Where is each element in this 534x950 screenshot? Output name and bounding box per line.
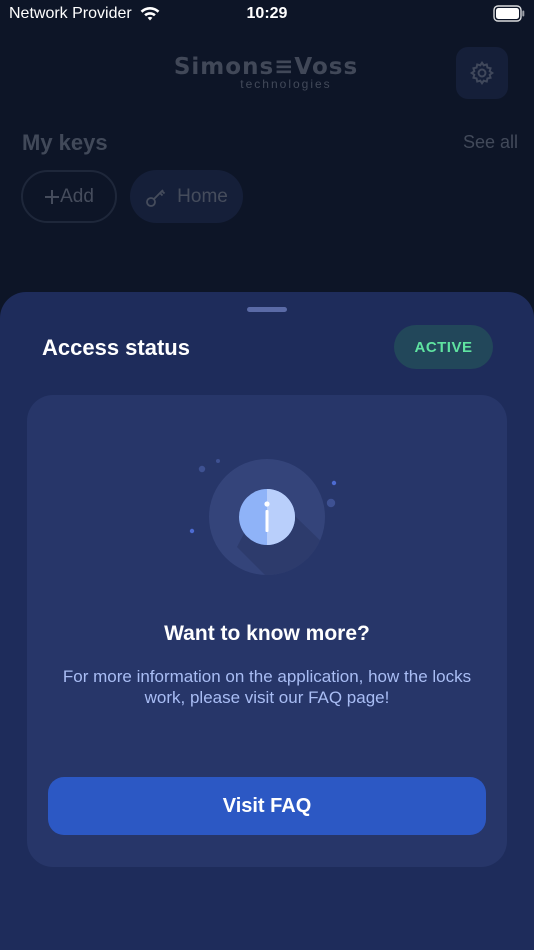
card-heading: Want to know more?	[164, 622, 370, 645]
home-label: Home	[177, 185, 228, 207]
visit-faq-button[interactable]: Visit FAQ	[48, 777, 486, 835]
settings-button[interactable]	[456, 47, 508, 99]
add-key-button[interactable]: Add	[21, 170, 117, 223]
home-key-chip[interactable]: Home	[130, 170, 243, 223]
see-all-link[interactable]: See all	[463, 132, 518, 153]
card-body-text: For more information on the application,…	[62, 667, 472, 707]
status-badge: ACTIVE	[394, 325, 493, 369]
add-label: Add	[60, 185, 94, 207]
sheet-grabber[interactable]	[247, 307, 287, 312]
key-icon	[146, 188, 166, 207]
screen: Network Provider 10:29 Simons≡Voss techn…	[0, 0, 534, 950]
info-icon	[189, 459, 337, 575]
gear-icon	[469, 60, 495, 86]
plus-icon	[45, 189, 60, 204]
access-status-sheet: Access status ACTIVE Want to know more?	[0, 292, 534, 950]
simonsvoss-logo: Simons≡Voss technologies	[155, 54, 377, 94]
faq-card: Want to know more? For more information …	[27, 395, 507, 867]
my-keys-title: My keys	[22, 130, 108, 155]
sheet-title: Access status	[42, 335, 190, 360]
